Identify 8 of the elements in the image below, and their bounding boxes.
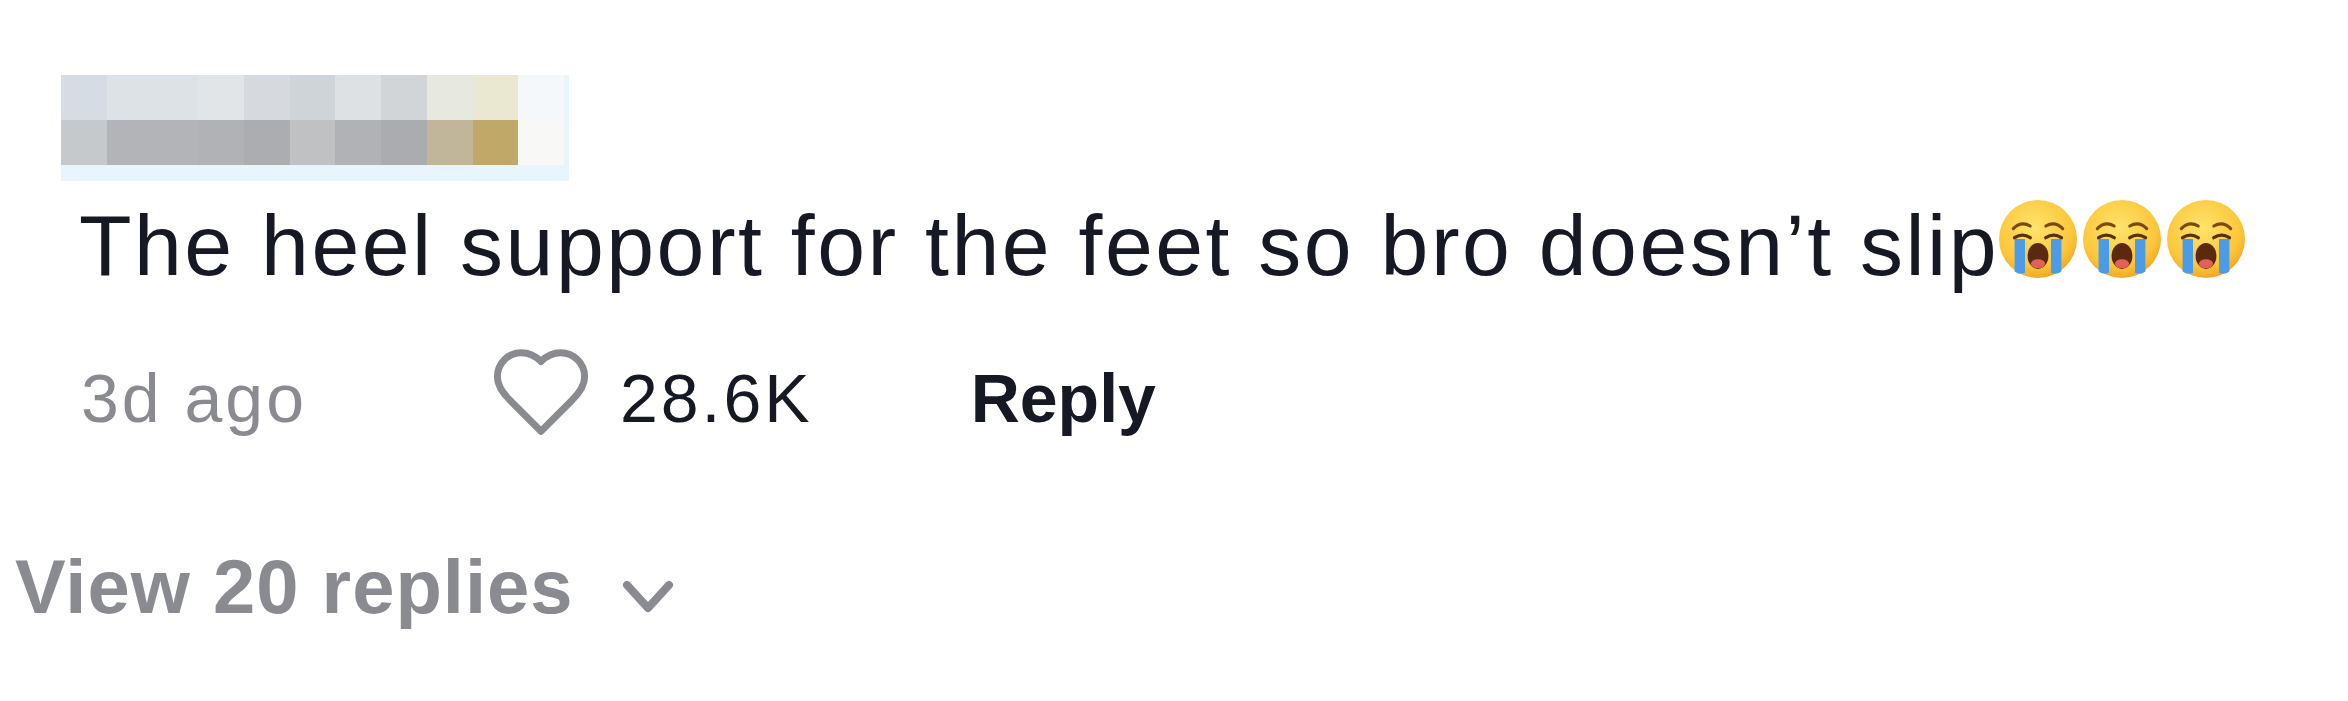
comment-time: 3d ago	[81, 359, 307, 439]
crying-face-icon	[1999, 200, 2078, 278]
reply-button[interactable]: Reply	[970, 358, 1156, 440]
comment-text: The heel support for the feet so bro doesn’t slip	[79, 196, 2000, 295]
crying-face-icon	[2167, 200, 2246, 278]
like-count: 28.6K	[620, 359, 813, 439]
heart-icon[interactable]	[493, 348, 589, 437]
crying-face-icon	[2083, 200, 2162, 278]
